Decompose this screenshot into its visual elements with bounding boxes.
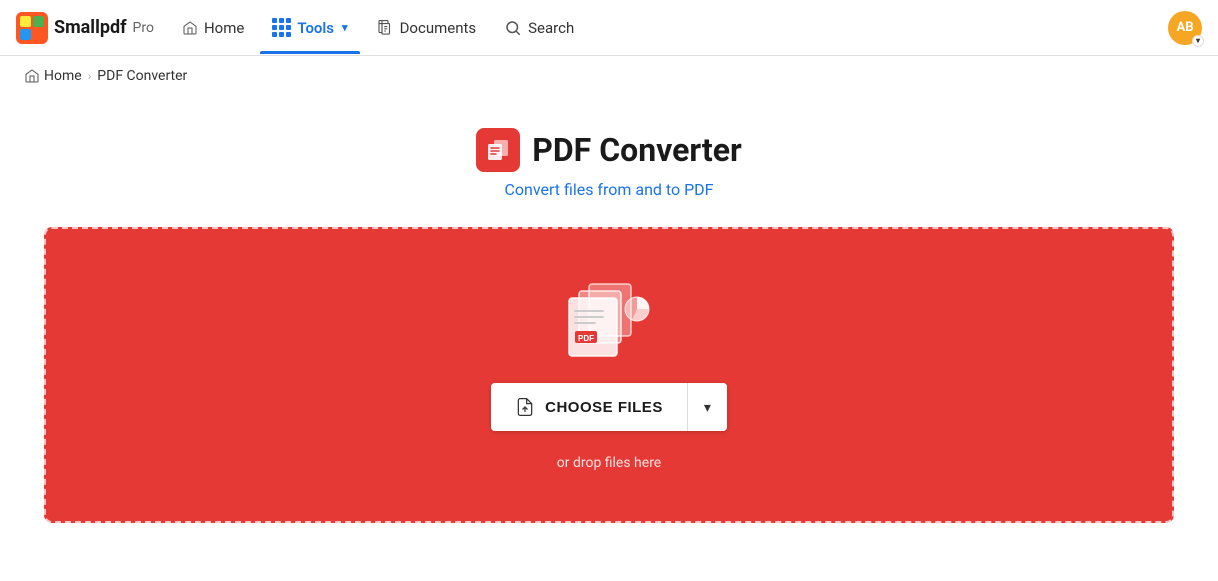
nav-tools-label: Tools bbox=[297, 19, 334, 37]
nav-search[interactable]: Search bbox=[492, 11, 586, 45]
file-upload-icon bbox=[515, 397, 535, 417]
nav-documents-label: Documents bbox=[400, 19, 477, 37]
nav-items: Home Tools ▾ Documents bbox=[170, 10, 1160, 45]
nav-tools[interactable]: Tools ▾ bbox=[260, 10, 359, 45]
documents-icon bbox=[376, 19, 394, 37]
search-icon bbox=[504, 19, 522, 37]
avatar-initials: AB bbox=[1176, 20, 1193, 35]
nav-home[interactable]: Home bbox=[170, 11, 256, 45]
breadcrumb: Home › PDF Converter bbox=[0, 56, 1218, 96]
nav-documents[interactable]: Documents bbox=[364, 11, 489, 45]
breadcrumb-current-page: PDF Converter bbox=[97, 68, 187, 84]
page-title-section: PDF Converter Convert files from and to … bbox=[476, 128, 741, 199]
nav-search-label: Search bbox=[528, 19, 574, 37]
nav-home-label: Home bbox=[204, 19, 244, 37]
tools-dropdown-arrow: ▾ bbox=[342, 21, 348, 34]
brand-name: Smallpdf bbox=[54, 17, 127, 38]
choose-files-label: CHOOSE FILES bbox=[545, 399, 663, 416]
breadcrumb-home-text: Home bbox=[44, 68, 82, 84]
page-title: PDF Converter bbox=[532, 131, 741, 169]
breadcrumb-home-link[interactable]: Home bbox=[24, 68, 82, 84]
avatar-chevron-icon: ▾ bbox=[1192, 35, 1204, 47]
choose-files-dropdown-button[interactable]: ▾ bbox=[688, 383, 727, 431]
choose-files-btn-container[interactable]: CHOOSE FILES ▾ bbox=[491, 383, 727, 431]
title-row: PDF Converter bbox=[476, 128, 741, 172]
pdf-converter-icon-svg bbox=[484, 136, 512, 164]
pdf-converter-icon bbox=[476, 128, 520, 172]
brand-logo bbox=[16, 12, 48, 44]
breadcrumb-home-icon bbox=[24, 68, 40, 84]
choose-files-button[interactable]: CHOOSE FILES bbox=[491, 383, 687, 431]
grid-icon bbox=[272, 18, 291, 37]
drop-hint: or drop files here bbox=[557, 455, 661, 471]
home-icon bbox=[182, 20, 198, 36]
file-illustration: PDF bbox=[559, 279, 659, 359]
main-content: PDF Converter Convert files from and to … bbox=[0, 96, 1218, 555]
breadcrumb-separator: › bbox=[88, 69, 92, 83]
dropdown-chevron-icon: ▾ bbox=[704, 399, 711, 416]
brand-pro-label: Pro bbox=[133, 20, 154, 36]
user-avatar[interactable]: AB ▾ bbox=[1168, 11, 1202, 45]
page-subtitle: Convert files from and to PDF bbox=[504, 180, 713, 199]
navbar: Smallpdf Pro Home Tools ▾ bbox=[0, 0, 1218, 56]
svg-text:PDF: PDF bbox=[578, 334, 594, 343]
brand[interactable]: Smallpdf Pro bbox=[16, 12, 154, 44]
drop-zone[interactable]: PDF CHOOSE FILES ▾ bbox=[44, 227, 1174, 523]
